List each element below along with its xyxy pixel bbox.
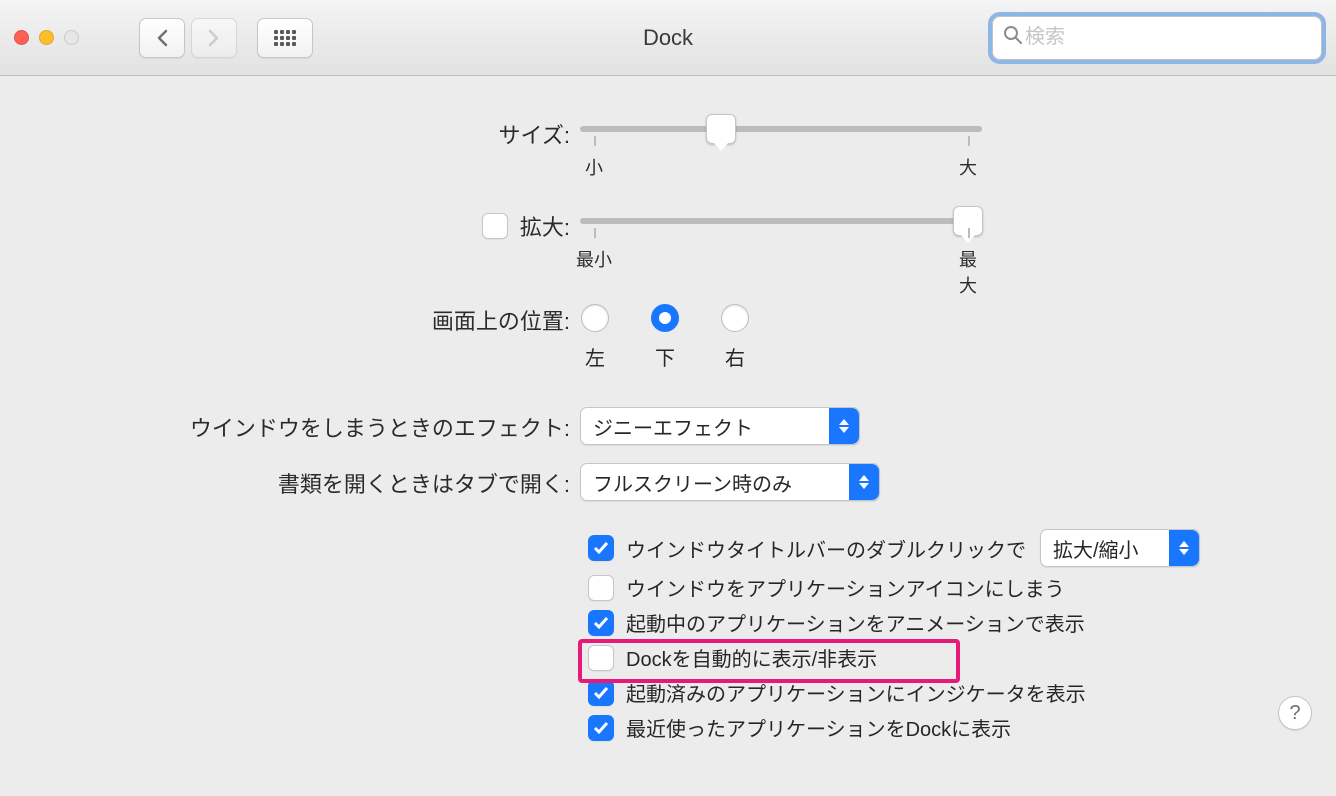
show-indicators-label: 起動済みのアプリケーションにインジケータを表示 — [626, 678, 1086, 707]
magnification-label: 拡大: — [520, 210, 570, 242]
window-controls — [14, 30, 79, 45]
radio-icon — [581, 304, 609, 332]
dock-preferences-pane: サイズ: 小 大 拡大: — [0, 76, 1336, 742]
size-slider-thumb[interactable] — [706, 114, 736, 144]
position-radio-right[interactable]: 右 — [720, 304, 750, 371]
minimize-into-icon-row: ウインドウをアプリケーションアイコンにしまう — [0, 573, 1336, 602]
doubleclick-titlebar-row: ウインドウタイトルバーのダブルクリックで 拡大/縮小 — [0, 529, 1336, 567]
animate-opening-label: 起動中のアプリケーションをアニメーションで表示 — [626, 608, 1085, 637]
magnification-row: 拡大: 最小 最大 — [0, 208, 1336, 246]
minimize-into-icon-label: ウインドウをアプリケーションアイコンにしまう — [626, 573, 1065, 602]
open-in-tabs-row: 書類を開くときはタブで開く: フルスクリーン時のみ — [0, 463, 1336, 501]
minimize-effect-value: ジニーエフェクト — [593, 412, 789, 441]
grid-icon — [274, 30, 296, 46]
select-arrows-icon — [829, 408, 859, 444]
show-all-button[interactable] — [257, 18, 313, 58]
size-max-label: 大 — [959, 154, 977, 180]
autohide-dock-row: Dockを自動的に表示/非表示 — [0, 643, 1336, 672]
close-window-button[interactable] — [14, 30, 29, 45]
magnification-slider[interactable] — [580, 218, 982, 224]
help-icon: ? — [1289, 702, 1300, 725]
help-button[interactable]: ? — [1278, 696, 1312, 730]
doubleclick-titlebar-checkbox[interactable] — [588, 535, 614, 561]
select-arrows-icon — [849, 464, 879, 500]
position-radio-label: 右 — [725, 342, 745, 371]
animate-opening-row: 起動中のアプリケーションをアニメーションで表示 — [0, 608, 1336, 637]
show-recent-apps-row: 最近使ったアプリケーションをDockに表示 — [0, 713, 1336, 742]
radio-icon — [721, 304, 749, 332]
search-icon — [1003, 25, 1023, 51]
size-min-label: 小 — [585, 154, 603, 180]
minimize-effect-select[interactable]: ジニーエフェクト — [580, 407, 860, 445]
autohide-dock-checkbox[interactable] — [588, 645, 614, 671]
window-title: Dock — [643, 25, 693, 51]
position-radio-bottom[interactable]: 下 — [650, 304, 680, 371]
chevron-right-icon — [207, 29, 221, 47]
show-recent-apps-checkbox[interactable] — [588, 715, 614, 741]
open-in-tabs-label: 書類を開くときはタブで開く: — [0, 465, 580, 499]
doubleclick-titlebar-label: ウインドウタイトルバーのダブルクリックで — [626, 534, 1026, 563]
back-button[interactable] — [139, 18, 185, 58]
search-field[interactable] — [992, 16, 1322, 60]
autohide-dock-label: Dockを自動的に表示/非表示 — [626, 643, 877, 672]
nav-buttons — [139, 18, 237, 58]
animate-opening-checkbox[interactable] — [588, 610, 614, 636]
size-label: サイズ: — [0, 116, 580, 150]
size-slider[interactable] — [580, 126, 982, 132]
titlebar: Dock — [0, 0, 1336, 76]
position-radio-label: 左 — [585, 342, 605, 371]
show-indicators-checkbox[interactable] — [588, 680, 614, 706]
chevron-left-icon — [155, 29, 169, 47]
maximize-window-button — [64, 30, 79, 45]
open-in-tabs-value: フルスクリーン時のみ — [593, 468, 828, 497]
magnification-min-label: 最小 — [576, 246, 612, 272]
doubleclick-action-value: 拡大/縮小 — [1053, 534, 1175, 563]
radio-icon — [651, 304, 679, 332]
doubleclick-action-select[interactable]: 拡大/縮小 — [1040, 529, 1200, 567]
search-input[interactable] — [1025, 26, 1311, 49]
minimize-into-icon-checkbox[interactable] — [588, 575, 614, 601]
select-arrows-icon — [1169, 530, 1199, 566]
minimize-effect-row: ウインドウをしまうときのエフェクト: ジニーエフェクト — [0, 407, 1336, 445]
position-radio-left[interactable]: 左 — [580, 304, 610, 371]
position-radio-label: 下 — [655, 342, 675, 371]
magnification-max-label: 最大 — [959, 246, 977, 298]
minimize-effect-label: ウインドウをしまうときのエフェクト: — [0, 409, 580, 443]
forward-button[interactable] — [191, 18, 237, 58]
position-row: 画面上の位置: 左 下 右 — [0, 300, 1336, 371]
magnification-checkbox[interactable] — [482, 213, 508, 239]
position-label: 画面上の位置: — [0, 300, 580, 336]
show-recent-apps-label: 最近使ったアプリケーションをDockに表示 — [626, 713, 1011, 742]
open-in-tabs-select[interactable]: フルスクリーン時のみ — [580, 463, 880, 501]
show-indicators-row: 起動済みのアプリケーションにインジケータを表示 — [0, 678, 1336, 707]
minimize-window-button[interactable] — [39, 30, 54, 45]
size-row: サイズ: 小 大 — [0, 116, 1336, 154]
